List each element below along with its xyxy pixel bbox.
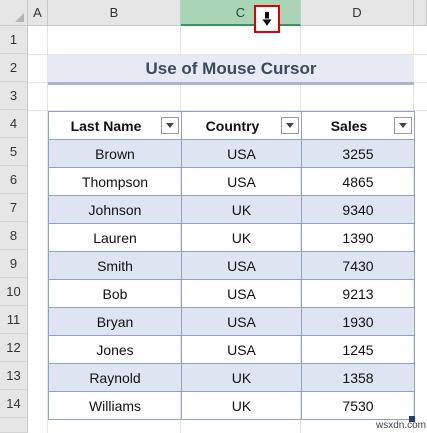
cell-country[interactable]: USA [181, 279, 302, 308]
cell-sales[interactable]: 1930 [301, 307, 415, 336]
row-header-5[interactable]: 5 [0, 138, 28, 166]
column-select-cursor [254, 5, 280, 33]
table-row: Lauren UK 1390 [48, 223, 415, 252]
cell-country[interactable]: UK [181, 363, 302, 392]
row-header-9[interactable]: 9 [0, 250, 28, 278]
header-sales-label: Sales [330, 117, 368, 134]
cell-country[interactable]: USA [181, 167, 302, 196]
cell-sales[interactable]: 3255 [301, 139, 415, 168]
spreadsheet: A B C D 1 2 3 4 5 6 7 8 9 10 11 12 13 14… [0, 0, 427, 433]
row-header-13[interactable]: 13 [0, 362, 28, 390]
cell-country[interactable]: USA [181, 139, 302, 168]
cell-last-name[interactable]: Smith [48, 251, 182, 280]
table-row: Raynold UK 1358 [48, 363, 415, 392]
column-header-b[interactable]: B [48, 0, 181, 26]
filter-dropdown-button[interactable] [161, 117, 179, 134]
table-row: Brown USA 3255 [48, 139, 415, 168]
row-header-12[interactable]: 12 [0, 334, 28, 362]
row-header-7[interactable]: 7 [0, 194, 28, 222]
table-row: Bob USA 9213 [48, 279, 415, 308]
cell-last-name[interactable]: Lauren [48, 223, 182, 252]
sheet-title: Use of Mouse Cursor [48, 55, 414, 85]
cell-last-name[interactable]: Thompson [48, 167, 182, 196]
cell-country[interactable]: USA [181, 251, 302, 280]
table-row: Jones USA 1245 [48, 335, 415, 364]
filter-dropdown-button[interactable] [394, 117, 412, 134]
cell-sales[interactable]: 1245 [301, 335, 415, 364]
row-header-15-partial[interactable] [0, 418, 28, 433]
filter-dropdown-button[interactable] [281, 117, 299, 134]
cell-country[interactable]: UK [181, 223, 302, 252]
header-country-label: Country [205, 117, 260, 134]
cell-sales[interactable]: 7530 [301, 391, 415, 420]
table-row: Smith USA 7430 [48, 251, 415, 280]
header-sales: Sales [301, 111, 415, 140]
cell-sales[interactable]: 4865 [301, 167, 415, 196]
row-header-14[interactable]: 14 [0, 390, 28, 418]
select-all-triangle-icon [15, 13, 24, 22]
cell-sales[interactable]: 9340 [301, 195, 415, 224]
cell-country[interactable]: USA [181, 335, 302, 364]
row-header-3[interactable]: 3 [0, 82, 28, 110]
row-header-2[interactable]: 2 [0, 54, 28, 82]
cell-sales[interactable]: 7430 [301, 251, 415, 280]
table-header-row: Last Name Country Sales [48, 111, 415, 140]
chevron-down-icon [399, 123, 407, 128]
column-header-e-partial[interactable] [414, 0, 427, 26]
cell-sales[interactable]: 1358 [301, 363, 415, 392]
header-last-name-label: Last Name [70, 117, 142, 134]
column-header-c-label: C [235, 4, 246, 20]
cell-country[interactable]: UK [181, 391, 302, 420]
down-arrow-select-column-icon [261, 11, 273, 27]
table-row: Bryan USA 1930 [48, 307, 415, 336]
table-row: Williams UK 7530 [48, 391, 415, 420]
cell-country[interactable]: UK [181, 195, 302, 224]
row-header-8[interactable]: 8 [0, 222, 28, 250]
table-row: Thompson USA 4865 [48, 167, 415, 196]
cell-sales[interactable]: 9213 [301, 279, 415, 308]
column-header-a[interactable]: A [28, 0, 48, 26]
watermark: wsxdn.com [376, 420, 427, 431]
table-row: Johnson UK 9340 [48, 195, 415, 224]
row-header-11[interactable]: 11 [0, 306, 28, 334]
row-header-4[interactable]: 4 [0, 110, 28, 138]
column-header-c[interactable]: C [181, 0, 301, 26]
row-header-1[interactable]: 1 [0, 26, 28, 54]
row-header-10[interactable]: 10 [0, 278, 28, 306]
cell-last-name[interactable]: Jones [48, 335, 182, 364]
sales-table: Last Name Country Sales Brown USA 3255 T… [48, 111, 415, 420]
cell-last-name[interactable]: Raynold [48, 363, 182, 392]
cell-last-name[interactable]: Johnson [48, 195, 182, 224]
cell-last-name[interactable]: Brown [48, 139, 182, 168]
cell-last-name[interactable]: Williams [48, 391, 182, 420]
cell-country[interactable]: USA [181, 307, 302, 336]
cell-last-name[interactable]: Bob [48, 279, 182, 308]
header-last-name: Last Name [48, 111, 182, 140]
cell-sales[interactable]: 1390 [301, 223, 415, 252]
header-country: Country [181, 111, 302, 140]
column-header-d[interactable]: D [301, 0, 414, 26]
chevron-down-icon [286, 123, 294, 128]
cell-last-name[interactable]: Bryan [48, 307, 182, 336]
chevron-down-icon [166, 123, 174, 128]
row-header-6[interactable]: 6 [0, 166, 28, 194]
select-all-corner[interactable] [0, 0, 28, 26]
